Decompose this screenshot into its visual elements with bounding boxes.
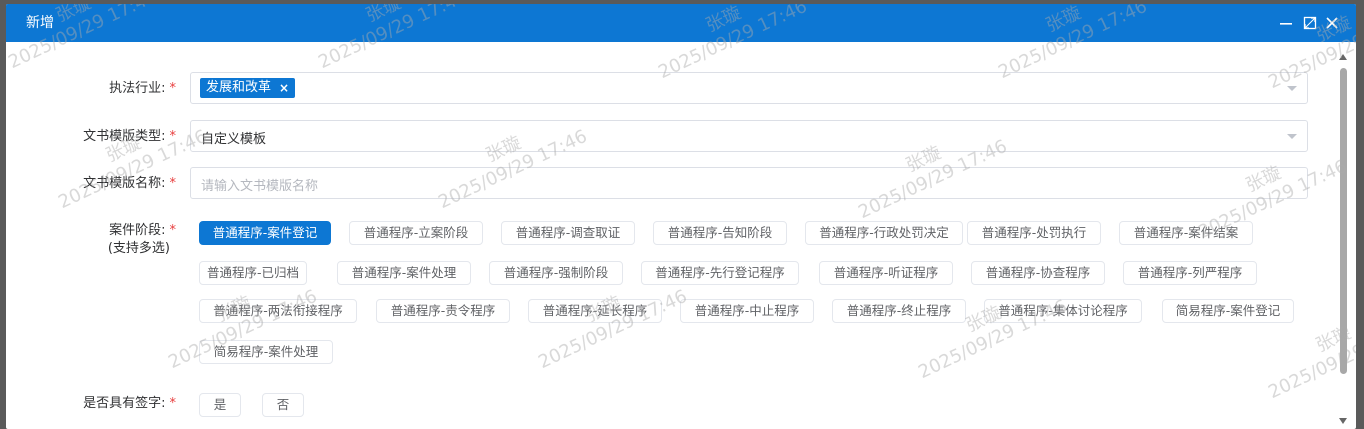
case-stage-option[interactable]: 简易程序-案件登记 [1162, 299, 1294, 323]
maximize-icon[interactable] [1302, 14, 1318, 32]
template-type-value: 自定义模板 [201, 132, 267, 147]
case-stage-option[interactable]: 普通程序-案件处理 [337, 261, 471, 285]
add-dialog: 新增 执法行业: * 发展和改革 × 文书模版类型: * 自定义模板 文书模版名称:… [6, 4, 1356, 429]
case-stage-option[interactable]: 普通程序-延长程序 [528, 299, 662, 323]
dialog-title: 新增 [26, 15, 54, 31]
case-stage-option[interactable]: 普通程序-中止程序 [680, 299, 814, 323]
dialog-titlebar: 新增 [6, 4, 1356, 42]
case-stage-option[interactable]: 普通程序-集体讨论程序 [984, 299, 1142, 323]
chevron-down-icon[interactable] [1287, 86, 1297, 91]
case-stage-sublabel: (支持多选) [107, 241, 170, 256]
required-mark: * [169, 223, 177, 238]
watermark-text: 张璇2025/09/29 17:46 [46, 106, 211, 214]
case-stage-option[interactable]: 简易程序-案件处理 [199, 340, 333, 364]
signature-label: 是否具有签字: * [83, 395, 176, 413]
industry-tag-label: 发展和改革 [206, 80, 272, 95]
industry-tag: 发展和改革 × [200, 78, 296, 98]
template-name-label: 文书模版名称: * [83, 175, 176, 193]
case-stage-option[interactable]: 普通程序-案件结案 [1119, 221, 1253, 245]
case-stage-option[interactable]: 普通程序-调查取证 [501, 221, 635, 245]
required-mark: * [169, 176, 177, 191]
tag-remove-icon[interactable]: × [279, 78, 289, 98]
case-stage-option[interactable]: 普通程序-已归档 [199, 261, 307, 285]
case-stage-option[interactable]: 普通程序-先行登记程序 [641, 261, 799, 285]
case-stage-option[interactable]: 普通程序-强制阶段 [489, 261, 623, 285]
template-name-label-text: 文书模版名称: [83, 176, 166, 191]
template-name-placeholder: 请输入文书模版名称 [201, 179, 319, 194]
case-stage-label: 案件阶段: * [109, 222, 176, 240]
industry-label-text: 执法行业: [109, 81, 166, 96]
case-stage-label-text: 案件阶段: [109, 223, 166, 238]
case-stage-option[interactable]: 普通程序-听证程序 [819, 261, 953, 285]
case-stage-option[interactable]: 普通程序-行政处罚决定 [805, 221, 963, 245]
case-stage-option[interactable]: 普通程序-处罚执行 [967, 221, 1101, 245]
chevron-down-icon[interactable] [1287, 134, 1297, 139]
template-type-label: 文书模版类型: * [83, 128, 176, 146]
required-mark: * [169, 129, 177, 144]
case-stage-option[interactable]: 普通程序-协查程序 [971, 261, 1105, 285]
template-type-select[interactable]: 自定义模板 [190, 120, 1308, 152]
case-stage-option[interactable]: 普通程序-列严程序 [1123, 261, 1257, 285]
scrollbar-thumb[interactable] [1340, 68, 1347, 374]
close-icon[interactable] [1324, 14, 1340, 32]
signature-label-text: 是否具有签字: [83, 396, 166, 411]
template-name-input[interactable]: 请输入文书模版名称 [190, 167, 1308, 199]
required-mark: * [169, 396, 177, 411]
minimize-icon[interactable] [1278, 14, 1294, 32]
watermark-text: 张璇2025/09/29 17:46 [906, 276, 1071, 384]
signature-option-no[interactable]: 否 [262, 393, 304, 417]
case-stage-option[interactable]: 普通程序-责令程序 [376, 299, 510, 323]
industry-label: 执法行业: * [109, 80, 176, 98]
required-mark: * [169, 81, 177, 96]
template-type-label-text: 文书模版类型: [83, 129, 166, 144]
case-stage-option[interactable]: 普通程序-告知阶段 [653, 221, 787, 245]
case-stage-option[interactable]: 普通程序-案件登记 [199, 221, 331, 245]
case-stage-option[interactable]: 普通程序-终止程序 [832, 299, 966, 323]
scroll-down-arrow-icon[interactable] [1339, 418, 1347, 424]
signature-option-yes[interactable]: 是 [199, 393, 241, 417]
case-stage-option[interactable]: 普通程序-两法衔接程序 [199, 299, 357, 323]
case-stage-option[interactable]: 普通程序-立案阶段 [349, 221, 483, 245]
industry-select[interactable]: 发展和改革 × [190, 72, 1308, 104]
scroll-up-arrow-icon[interactable] [1339, 54, 1347, 60]
